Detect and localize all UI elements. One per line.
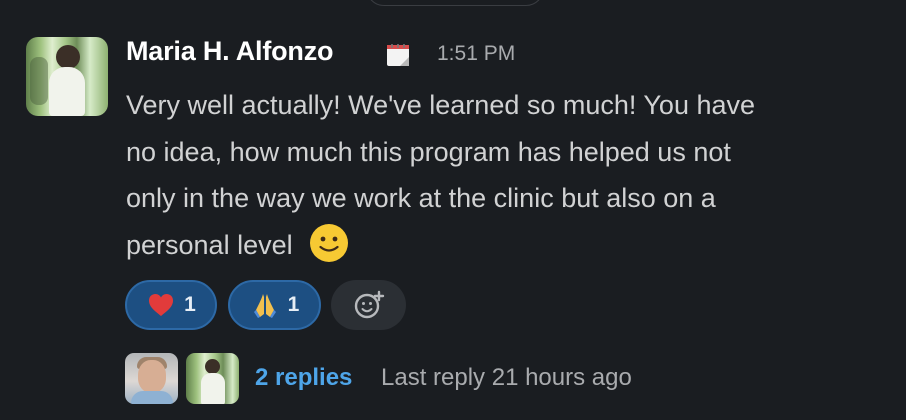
avatar-body <box>49 67 85 116</box>
message-line: no idea, how much this program has helpe… <box>126 136 731 167</box>
avatar-head <box>56 45 80 69</box>
avatar-shirt <box>131 391 173 404</box>
message-line: Very well actually! We've learned so muc… <box>126 90 756 120</box>
folded-hands-icon <box>253 294 276 318</box>
red-heart-icon <box>149 294 174 316</box>
calendar-icon[interactable] <box>384 40 413 69</box>
avatar-shirt <box>201 373 225 404</box>
message-line: only in the way we work at the clinic bu… <box>126 183 716 213</box>
reply-avatar-1[interactable] <box>125 353 178 404</box>
avatar-face <box>205 359 220 374</box>
slightly-smiling-face-icon <box>310 223 349 262</box>
avatar-background-person <box>30 57 48 105</box>
message-body: Very well actually! We've learned so muc… <box>126 82 896 268</box>
reaction-pray-button[interactable]: 1 <box>228 280 321 330</box>
reply-avatar-2[interactable] <box>186 353 239 404</box>
last-reply-timestamp: Last reply 21 hours ago <box>381 364 632 391</box>
message-line-with-emoji: personal level <box>126 222 896 269</box>
message-view: Maria H. Alfonzo 1:51 PM Very well actua… <box>0 0 906 420</box>
top-divider-pill <box>366 0 544 6</box>
message-line: personal level <box>126 229 293 260</box>
author-avatar[interactable] <box>26 37 108 116</box>
add-reaction-button[interactable] <box>331 280 406 330</box>
author-name[interactable]: Maria H. Alfonzo <box>126 36 334 67</box>
reaction-count: 1 <box>287 293 300 316</box>
reaction-count: 1 <box>184 293 196 316</box>
avatar-face <box>138 360 166 393</box>
add-emoji-icon <box>354 290 384 319</box>
message-time[interactable]: 1:51 PM <box>437 42 515 66</box>
thread-replies-link[interactable]: 2 replies <box>255 364 352 392</box>
reaction-heart-button[interactable]: 1 <box>125 280 217 330</box>
